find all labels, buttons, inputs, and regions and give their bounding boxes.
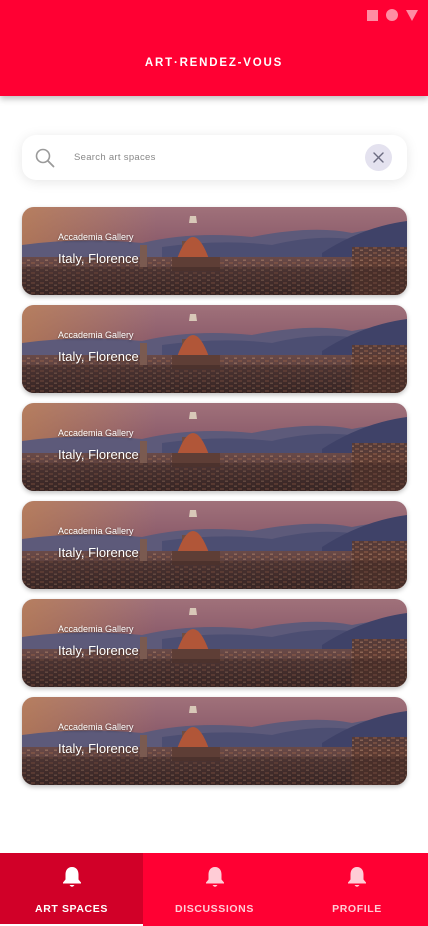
card-subtitle: Accademia Gallery [58,722,134,732]
card-subtitle: Accademia Gallery [58,526,134,536]
art-space-card[interactable]: Accademia Gallery Italy, Florence [22,501,407,589]
circle-icon [386,9,398,21]
card-title: Italy, Florence [58,643,139,658]
card-title: Italy, Florence [58,349,139,364]
nav-tab-profile[interactable]: PROFILE [286,853,428,926]
search-icon [35,148,55,168]
close-icon [373,152,384,163]
card-title: Italy, Florence [58,251,139,266]
card-subtitle: Accademia Gallery [58,330,134,340]
art-space-card[interactable]: Accademia Gallery Italy, Florence [22,305,407,393]
art-space-list: Accademia Gallery Italy, Florence Accade… [22,207,407,795]
card-subtitle: Accademia Gallery [58,232,134,242]
nav-label: ART SPACES [35,903,108,915]
app-title: ART·RENDEZ-VOUS [144,57,284,69]
art-space-card[interactable]: Accademia Gallery Italy, Florence [22,403,407,491]
art-space-card[interactable]: Accademia Gallery Italy, Florence [22,697,407,785]
square-icon [367,9,378,21]
nav-tab-discussions[interactable]: DISCUSSIONS [143,853,286,926]
bell-icon [62,867,81,887]
status-bar [367,9,418,21]
card-title: Italy, Florence [58,545,139,560]
card-subtitle: Accademia Gallery [58,428,134,438]
card-title: Italy, Florence [58,447,139,462]
search-input[interactable] [74,147,354,168]
nav-tab-art-spaces[interactable]: ART SPACES [0,853,143,926]
search-bar[interactable] [22,135,407,180]
triangle-icon [406,9,418,21]
nav-label: PROFILE [332,903,382,915]
art-space-card[interactable]: Accademia Gallery Italy, Florence [22,599,407,687]
nav-label: DISCUSSIONS [175,903,254,915]
bell-icon [348,867,366,887]
bell-icon [205,867,224,887]
app-header: ART·RENDEZ-VOUS [0,0,428,96]
art-space-card[interactable]: Accademia Gallery Italy, Florence [22,207,407,295]
card-title: Italy, Florence [58,741,139,756]
card-subtitle: Accademia Gallery [58,624,134,634]
clear-search-button[interactable] [365,144,392,171]
bottom-nav: ART SPACES DISCUSSIONS PROFILE [0,853,428,926]
